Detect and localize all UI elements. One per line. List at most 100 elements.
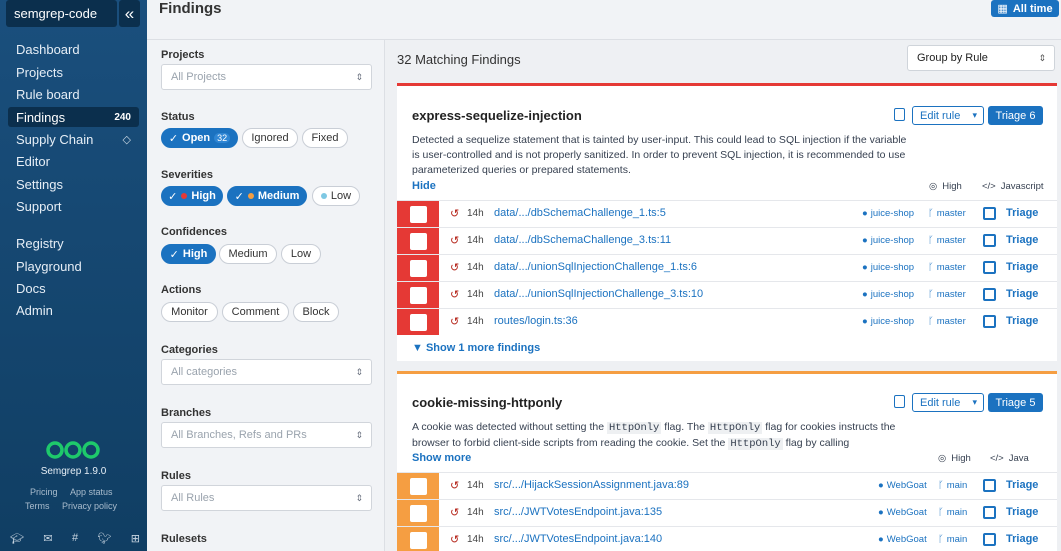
severity-high-pill[interactable]: ✓ High xyxy=(161,186,223,206)
branch-link[interactable]: ᚴ main xyxy=(938,480,967,491)
collapse-sidebar-icon[interactable]: « xyxy=(119,0,140,27)
finding-checkbox[interactable] xyxy=(409,205,427,223)
repo-link[interactable]: ● juice-shop xyxy=(862,208,914,219)
hide-description-link[interactable]: Hide xyxy=(412,180,436,192)
finding-row[interactable]: ↺ 14h data/.../dbSchemaChallenge_3.ts:11… xyxy=(397,227,1057,254)
graduation-cap-icon[interactable]: 🎓︎ xyxy=(10,532,24,545)
copy-icon[interactable] xyxy=(983,533,996,546)
privacy-policy-link[interactable]: Privacy policy xyxy=(62,501,117,511)
branch-link[interactable]: ᚴ master xyxy=(928,235,966,246)
sidebar-item-findings[interactable]: Findings 240 xyxy=(8,107,139,127)
branches-select[interactable]: All Branches, Refs and PRs ⇕ xyxy=(161,422,372,448)
finding-row[interactable]: ↺ 14h src/.../JWTVotesEndpoint.java:135 … xyxy=(397,499,1057,526)
gift-icon[interactable]: ⊞ xyxy=(131,532,140,545)
finding-path-link[interactable]: src/.../JWTVotesEndpoint.java:135 xyxy=(494,506,662,518)
severity-low-pill[interactable]: Low xyxy=(312,186,360,206)
finding-row[interactable]: ↺ 14h src/.../JWTVotesEndpoint.java:140 … xyxy=(397,526,1057,551)
sidebar-item-playground[interactable]: Playground xyxy=(8,256,139,276)
mail-icon[interactable]: ✉ xyxy=(43,532,52,545)
finding-path-link[interactable]: src/.../JWTVotesEndpoint.java:140 xyxy=(494,533,662,545)
finding-checkbox[interactable] xyxy=(409,504,427,522)
triage-link[interactable]: Triage xyxy=(1006,533,1038,545)
finding-path-link[interactable]: data/.../unionSqlInjectionChallenge_1.ts… xyxy=(494,261,697,273)
copy-icon[interactable] xyxy=(983,234,996,247)
document-icon[interactable] xyxy=(894,395,905,408)
sidebar-item-supply-chain[interactable]: Supply Chain ◇ xyxy=(8,129,139,149)
app-status-link[interactable]: App status xyxy=(70,487,113,497)
branch-link[interactable]: ᚴ master xyxy=(928,262,966,273)
sidebar-item-projects[interactable]: Projects xyxy=(8,62,139,82)
finding-row[interactable]: ↺ 14h src/.../HijackSessionAssignment.ja… xyxy=(397,472,1057,499)
action-monitor-pill[interactable]: Monitor xyxy=(161,302,218,322)
triage-link[interactable]: Triage xyxy=(1006,207,1038,219)
org-switcher[interactable]: semgrep-code xyxy=(6,0,117,27)
copy-icon[interactable] xyxy=(983,506,996,519)
finding-checkbox[interactable] xyxy=(409,313,427,331)
copy-icon[interactable] xyxy=(983,315,996,328)
finding-row[interactable]: ↺ 14h data/.../unionSqlInjectionChalleng… xyxy=(397,254,1057,281)
branch-link[interactable]: ᚴ master xyxy=(928,208,966,219)
finding-checkbox[interactable] xyxy=(409,286,427,304)
triage-all-button[interactable]: Triage 5 xyxy=(988,393,1043,412)
projects-select[interactable]: All Projects ⇕ xyxy=(161,64,372,90)
terms-link[interactable]: Terms xyxy=(25,501,50,511)
finding-checkbox[interactable] xyxy=(409,232,427,250)
branch-link[interactable]: ᚴ main xyxy=(938,534,967,545)
finding-path-link[interactable]: data/.../unionSqlInjectionChallenge_3.ts… xyxy=(494,288,703,300)
edit-rule-button[interactable]: Edit rule ▾ xyxy=(912,393,984,412)
repo-link[interactable]: ● WebGoat xyxy=(878,534,927,545)
branch-link[interactable]: ᚴ master xyxy=(928,316,966,327)
copy-icon[interactable] xyxy=(983,288,996,301)
triage-link[interactable]: Triage xyxy=(1006,506,1038,518)
time-filter-button[interactable]: ▦ All time xyxy=(991,0,1059,17)
status-ignored-pill[interactable]: Ignored xyxy=(242,128,298,148)
finding-row[interactable]: ↺ 14h data/.../unionSqlInjectionChalleng… xyxy=(397,281,1057,308)
copy-icon[interactable] xyxy=(983,207,996,220)
finding-path-link[interactable]: src/.../HijackSessionAssignment.java:89 xyxy=(494,479,689,491)
slack-icon[interactable]: # xyxy=(72,532,78,545)
rules-select[interactable]: All Rules ⇕ xyxy=(161,485,372,511)
triage-link[interactable]: Triage xyxy=(1006,261,1038,273)
repo-link[interactable]: ● juice-shop xyxy=(862,316,914,327)
pricing-link[interactable]: Pricing xyxy=(30,487,58,497)
triage-link[interactable]: Triage xyxy=(1006,288,1038,300)
confidence-medium-pill[interactable]: Medium xyxy=(219,244,277,264)
repo-link[interactable]: ● juice-shop xyxy=(862,289,914,300)
status-open-pill[interactable]: ✓ Open 32 xyxy=(161,128,238,148)
triage-all-button[interactable]: Triage 6 xyxy=(988,106,1043,125)
repo-link[interactable]: ● juice-shop xyxy=(862,235,914,246)
finding-checkbox[interactable] xyxy=(409,531,427,549)
sidebar-item-dashboard[interactable]: Dashboard xyxy=(8,39,139,59)
document-icon[interactable] xyxy=(894,108,905,121)
confidence-high-pill[interactable]: ✓ High xyxy=(161,244,216,264)
finding-row[interactable]: ↺ 14h routes/login.ts:36 ● juice-shop ᚴ ma… xyxy=(397,308,1057,335)
repo-link[interactable]: ● juice-shop xyxy=(862,262,914,273)
sidebar-item-settings[interactable]: Settings xyxy=(8,174,139,194)
twitter-icon[interactable]: 🐦︎ xyxy=(97,532,111,545)
triage-link[interactable]: Triage xyxy=(1006,234,1038,246)
sidebar-item-editor[interactable]: Editor xyxy=(8,151,139,171)
finding-checkbox[interactable] xyxy=(409,477,427,495)
show-more-description-link[interactable]: Show more xyxy=(412,452,471,464)
finding-checkbox[interactable] xyxy=(409,259,427,277)
repo-link[interactable]: ● WebGoat xyxy=(878,480,927,491)
copy-icon[interactable] xyxy=(983,479,996,492)
action-comment-pill[interactable]: Comment xyxy=(222,302,289,322)
sidebar-item-support[interactable]: Support xyxy=(8,196,139,216)
action-block-pill[interactable]: Block xyxy=(293,302,339,322)
sidebar-item-registry[interactable]: Registry xyxy=(8,233,139,253)
branch-link[interactable]: ᚴ main xyxy=(938,507,967,518)
branch-link[interactable]: ᚴ master xyxy=(928,289,966,300)
sidebar-item-rule-board[interactable]: Rule board xyxy=(8,84,139,104)
finding-row[interactable]: ↺ 14h data/.../dbSchemaChallenge_1.ts:5 … xyxy=(397,200,1057,227)
repo-link[interactable]: ● WebGoat xyxy=(878,507,927,518)
finding-path-link[interactable]: data/.../dbSchemaChallenge_1.ts:5 xyxy=(494,207,666,219)
show-more-findings-link[interactable]: ▼ Show 1 more findings xyxy=(412,342,540,354)
finding-path-link[interactable]: routes/login.ts:36 xyxy=(494,315,578,327)
status-fixed-pill[interactable]: Fixed xyxy=(302,128,348,148)
finding-path-link[interactable]: data/.../dbSchemaChallenge_3.ts:11 xyxy=(494,234,671,246)
group-by-select[interactable]: Group by Rule ⇕ xyxy=(907,45,1055,71)
sidebar-item-docs[interactable]: Docs xyxy=(8,278,139,298)
sidebar-item-admin[interactable]: Admin xyxy=(8,300,139,320)
copy-icon[interactable] xyxy=(983,261,996,274)
